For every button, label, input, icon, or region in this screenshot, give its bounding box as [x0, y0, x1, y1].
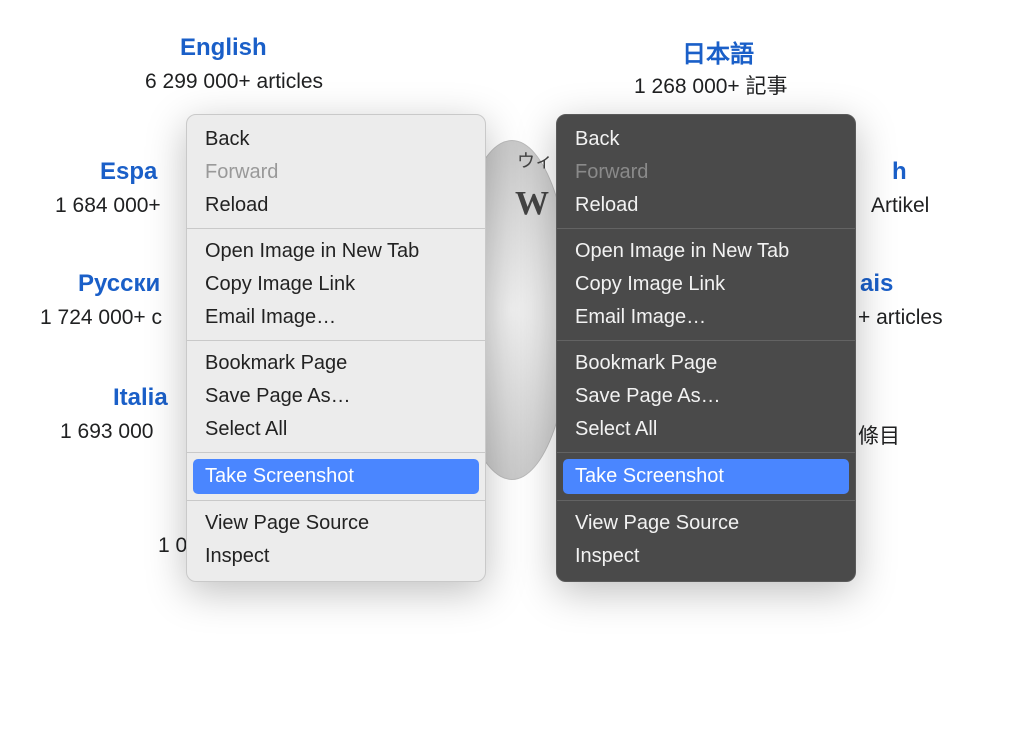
ctx-separator: [557, 228, 855, 229]
ctx-email-image[interactable]: Email Image…: [187, 301, 485, 334]
lang-german-sub: Artikel: [871, 194, 929, 218]
ctx-take-screenshot[interactable]: Take Screenshot: [193, 459, 479, 494]
ctx-open-image[interactable]: Open Image in New Tab: [557, 235, 855, 268]
ctx-copy-image-link[interactable]: Copy Image Link: [187, 268, 485, 301]
ctx-separator: [187, 340, 485, 341]
lang-spanish-sub: 1 684 000+: [55, 194, 161, 218]
ctx-select-all[interactable]: Select All: [187, 413, 485, 446]
lang-french-link[interactable]: ais: [860, 270, 893, 298]
ctx-copy-image-link[interactable]: Copy Image Link: [557, 268, 855, 301]
context-menu-dark: Back Forward Reload Open Image in New Ta…: [556, 114, 856, 582]
lang-english-link[interactable]: English: [180, 34, 267, 62]
ctx-view-source[interactable]: View Page Source: [187, 507, 485, 540]
context-menu-light: Back Forward Reload Open Image in New Ta…: [186, 114, 486, 582]
ctx-inspect[interactable]: Inspect: [557, 540, 855, 573]
ctx-save-as[interactable]: Save Page As…: [557, 380, 855, 413]
ctx-separator: [187, 228, 485, 229]
ctx-open-image[interactable]: Open Image in New Tab: [187, 235, 485, 268]
logo-glyph-w: W: [515, 185, 549, 223]
ctx-reload[interactable]: Reload: [557, 189, 855, 222]
lang-chinese-sub: 條目: [858, 420, 900, 450]
ctx-forward: Forward: [557, 156, 855, 189]
ctx-select-all[interactable]: Select All: [557, 413, 855, 446]
lang-italian-link[interactable]: Italia: [113, 384, 168, 412]
ctx-save-as[interactable]: Save Page As…: [187, 380, 485, 413]
logo-glyph-wi: ウィ: [517, 147, 553, 173]
ctx-forward: Forward: [187, 156, 485, 189]
ctx-bookmark[interactable]: Bookmark Page: [557, 347, 855, 380]
ctx-separator: [187, 500, 485, 501]
ctx-back[interactable]: Back: [557, 123, 855, 156]
ctx-email-image[interactable]: Email Image…: [557, 301, 855, 334]
ctx-separator: [557, 340, 855, 341]
ctx-back[interactable]: Back: [187, 123, 485, 156]
lang-japanese-link[interactable]: 日本語: [682, 34, 754, 69]
ctx-separator: [557, 452, 855, 453]
ctx-inspect[interactable]: Inspect: [187, 540, 485, 573]
lang-russian-link[interactable]: Русски: [78, 270, 160, 298]
lang-french-sub: + articles: [858, 306, 943, 330]
lang-german-link[interactable]: h: [892, 158, 907, 186]
ctx-take-screenshot[interactable]: Take Screenshot: [563, 459, 849, 494]
ctx-reload[interactable]: Reload: [187, 189, 485, 222]
lang-japanese-sub: 1 268 000+ 記事: [634, 70, 788, 100]
lang-italian-sub: 1 693 000: [60, 420, 153, 444]
ctx-separator: [187, 452, 485, 453]
lang-portuguese-sub: 1 0: [158, 534, 187, 558]
ctx-view-source[interactable]: View Page Source: [557, 507, 855, 540]
ctx-bookmark[interactable]: Bookmark Page: [187, 347, 485, 380]
lang-english-sub: 6 299 000+ articles: [145, 70, 323, 94]
lang-spanish-link[interactable]: Espa: [100, 158, 157, 186]
lang-russian-sub: 1 724 000+ с: [40, 306, 162, 330]
ctx-separator: [557, 500, 855, 501]
